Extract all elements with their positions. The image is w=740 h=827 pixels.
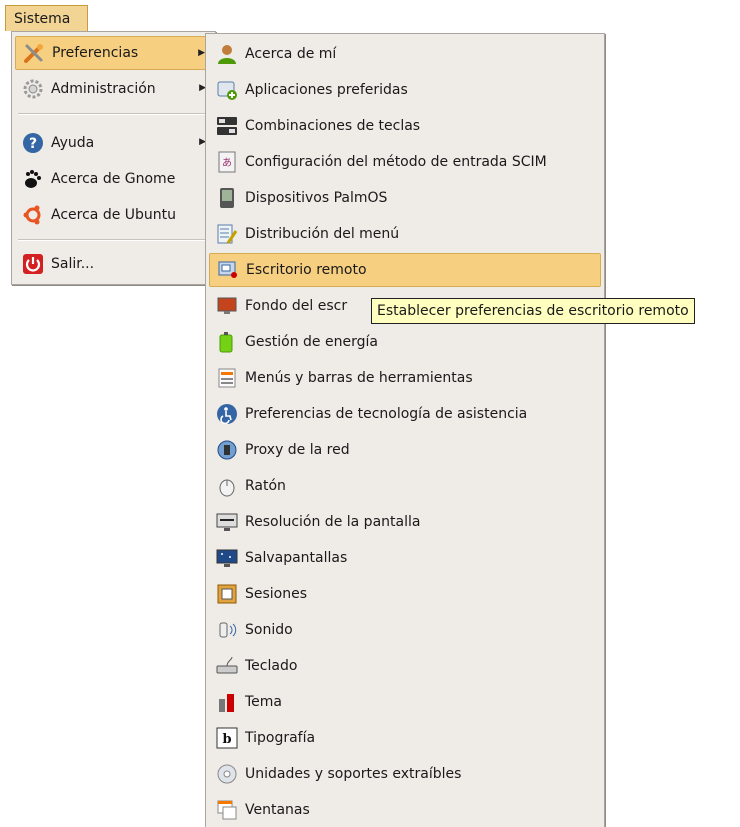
menu-separator [18, 239, 209, 241]
top-panel: Sistema [0, 0, 740, 32]
svg-text:b: b [222, 732, 231, 747]
menu-item-label: Aplicaciones preferidas [245, 82, 408, 98]
remote-desktop-icon [216, 258, 240, 282]
menu-item-label: Escritorio remoto [246, 262, 367, 278]
user-icon [215, 42, 239, 66]
gnome-foot-icon [21, 167, 45, 191]
submenu-item-escritorio-remoto[interactable]: Escritorio remoto [209, 253, 601, 287]
submenu-item-sesiones[interactable]: Sesiones [209, 577, 601, 611]
menu-item-acerca-gnome[interactable]: Acerca de Gnome [15, 162, 212, 196]
menu-item-label: Combinaciones de teclas [245, 118, 421, 134]
menu-item-label: Menús y barras de herramientas [245, 370, 473, 386]
menu-item-label: Preferencias [52, 45, 139, 61]
submenu-item-gestion-energia[interactable]: Gestión de energía [209, 325, 601, 359]
menu-item-label: Acerca de Ubuntu [51, 207, 177, 223]
display-resolution-icon [215, 510, 239, 534]
menu-item-label: Dispositivos PalmOS [245, 190, 388, 206]
menu-item-acerca-ubuntu[interactable]: Acerca de Ubuntu [15, 198, 212, 232]
menu-item-ayuda[interactable]: ? Ayuda ▶ [15, 126, 212, 160]
submenu-item-resolucion-pantalla[interactable]: Resolución de la pantalla [209, 505, 601, 539]
menubar-sistema[interactable]: Sistema [5, 5, 88, 31]
submenu-item-ventanas[interactable]: Ventanas [209, 793, 601, 827]
svg-text:?: ? [29, 136, 37, 152]
menu-item-label: Resolución de la pantalla [245, 514, 421, 530]
battery-icon [215, 330, 239, 354]
menu-item-label: Sesiones [245, 586, 308, 602]
keyboard-shortcuts-icon [215, 114, 239, 138]
windows-icon [215, 798, 239, 822]
menu-item-label: Gestión de energía [245, 334, 378, 350]
tooltip: Establecer preferencias de escritorio re… [371, 298, 695, 324]
submenu-item-aplicaciones-preferidas[interactable]: Aplicaciones preferidas [209, 73, 601, 107]
submenu-item-combinaciones-teclas[interactable]: Combinaciones de teclas [209, 109, 601, 143]
submenu-item-tema[interactable]: Tema [209, 685, 601, 719]
menu-item-label: Salvapantallas [245, 550, 348, 566]
menu-item-administracion[interactable]: Administración ▶ [15, 72, 212, 106]
preferences-icon [22, 41, 46, 65]
network-proxy-icon [215, 438, 239, 462]
submenu-item-scim[interactable]: あ Configuración del método de entrada SC… [209, 145, 601, 179]
menu-item-label: Sonido [245, 622, 293, 638]
mouse-icon [215, 474, 239, 498]
toolbars-icon [215, 366, 239, 390]
submenu-item-sonido[interactable]: Sonido [209, 613, 601, 647]
menu-item-label: Fondo del escr [245, 298, 348, 314]
menu-item-label: Ventanas [245, 802, 310, 818]
submenu-item-acerca-de-mi[interactable]: Acerca de mí [209, 37, 601, 71]
menu-item-label: Acerca de mí [245, 46, 337, 62]
font-icon: b [215, 726, 239, 750]
accessibility-icon [215, 402, 239, 426]
menu-separator [18, 113, 209, 115]
menu-item-label: Teclado [245, 658, 298, 674]
submenu-item-menus-barras[interactable]: Menús y barras de herramientas [209, 361, 601, 395]
menu-item-preferencias[interactable]: Preferencias ▶ [15, 36, 212, 70]
preferred-apps-icon [215, 78, 239, 102]
menu-item-salir[interactable]: Salir... [15, 247, 212, 281]
palm-device-icon [215, 186, 239, 210]
submenu-item-salvapantallas[interactable]: Salvapantallas [209, 541, 601, 575]
svg-text:あ: あ [222, 157, 232, 169]
theme-icon [215, 690, 239, 714]
removable-media-icon [215, 762, 239, 786]
menu-item-label: Ratón [245, 478, 286, 494]
preferencias-submenu: Acerca de mí Aplicaciones preferidas Com… [205, 33, 605, 827]
submenu-item-teclado[interactable]: Teclado [209, 649, 601, 683]
gear-icon [21, 77, 45, 101]
submenu-item-raton[interactable]: Ratón [209, 469, 601, 503]
menu-item-label: Unidades y soportes extraíbles [245, 766, 462, 782]
menu-item-label: Salir... [51, 256, 95, 272]
ubuntu-logo-icon [21, 203, 45, 227]
screensaver-icon [215, 546, 239, 570]
menu-item-label: Administración [51, 81, 156, 97]
menu-item-label: Ayuda [51, 135, 95, 151]
keyboard-icon [215, 654, 239, 678]
submenu-item-palmos[interactable]: Dispositivos PalmOS [209, 181, 601, 215]
sound-icon [215, 618, 239, 642]
submenu-item-tipografia[interactable]: b Tipografía [209, 721, 601, 755]
help-icon: ? [21, 131, 45, 155]
submenu-item-distribucion-menu[interactable]: Distribución del menú [209, 217, 601, 251]
menu-item-label: Preferencias de tecnología de asistencia [245, 406, 528, 422]
menu-layout-icon [215, 222, 239, 246]
menu-item-label: Distribución del menú [245, 226, 400, 242]
scim-icon: あ [215, 150, 239, 174]
submenu-item-tecnologia-asistencia[interactable]: Preferencias de tecnología de asistencia [209, 397, 601, 431]
power-icon [21, 252, 45, 276]
submenu-item-unidades-extraibles[interactable]: Unidades y soportes extraíbles [209, 757, 601, 791]
menu-item-label: Acerca de Gnome [51, 171, 176, 187]
desktop-background-icon [215, 294, 239, 318]
menu-item-label: Proxy de la red [245, 442, 350, 458]
menu-item-label: Tema [245, 694, 283, 710]
submenu-item-proxy-red[interactable]: Proxy de la red [209, 433, 601, 467]
menu-item-label: Tipografía [245, 730, 316, 746]
sessions-icon [215, 582, 239, 606]
menu-item-label: Configuración del método de entrada SCIM [245, 154, 547, 170]
sistema-menu: Preferencias ▶ Administración ▶ ? Ayuda … [11, 31, 216, 285]
submenu-arrow-icon: ▶ [198, 48, 205, 58]
